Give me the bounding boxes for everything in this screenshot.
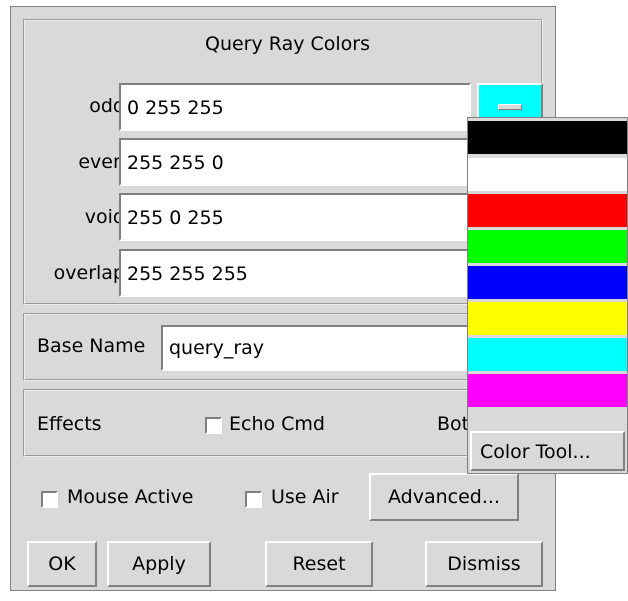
echo-cmd-label[interactable]: Echo Cmd: [229, 413, 325, 435]
ok-button-label: OK: [48, 553, 76, 575]
apply-button-label: Apply: [132, 553, 186, 575]
advanced-button-label: Advanced...: [388, 486, 500, 508]
color-swatch-white[interactable]: [468, 158, 627, 191]
menu-indicator-icon: [498, 104, 522, 110]
even-color-field[interactable]: 255 255 0: [119, 138, 471, 186]
base-name-label: Base Name: [37, 335, 146, 357]
color-popup-menu: Color Tool...: [467, 117, 628, 474]
effects-group: Effects Echo Cmd Bot: [23, 389, 543, 457]
color-swatch-black[interactable]: [468, 121, 627, 154]
color-tool-menu-item[interactable]: Color Tool...: [470, 431, 625, 471]
mouse-active-checkbox[interactable]: [41, 491, 58, 508]
reset-button-label: Reset: [292, 553, 346, 575]
color-swatch-cyan[interactable]: [468, 338, 627, 371]
effects-label: Effects: [37, 413, 102, 435]
echo-cmd-checkbox[interactable]: [205, 417, 222, 434]
apply-button[interactable]: Apply: [107, 541, 211, 587]
color-swatch-blue[interactable]: [468, 266, 627, 299]
use-air-checkbox[interactable]: [245, 491, 262, 508]
overlap-color-field[interactable]: 255 255 255: [119, 249, 471, 297]
color-tool-label: Color Tool...: [480, 441, 591, 463]
ok-button[interactable]: OK: [27, 541, 97, 587]
color-swatch-yellow[interactable]: [468, 302, 627, 335]
group-title: Query Ray Colors: [205, 33, 370, 55]
color-swatch-magenta[interactable]: [468, 374, 627, 407]
advanced-button[interactable]: Advanced...: [369, 473, 519, 521]
odd-color-field[interactable]: 0 255 255: [119, 83, 471, 131]
mouse-active-label[interactable]: Mouse Active: [67, 486, 193, 508]
void-color-field[interactable]: 255 0 255: [119, 193, 471, 241]
dismiss-button-label: Dismiss: [447, 553, 521, 575]
query-ray-colors-group: Query Ray Colors odd 0 255 255 even 255 …: [23, 19, 543, 305]
dismiss-button[interactable]: Dismiss: [425, 541, 543, 587]
even-label: even: [78, 151, 125, 173]
overlap-label: overlap: [53, 262, 125, 284]
base-name-group: Base Name query_ray: [23, 313, 543, 381]
color-swatch-red[interactable]: [468, 194, 627, 227]
reset-button[interactable]: Reset: [265, 541, 373, 587]
use-air-label[interactable]: Use Air: [271, 486, 339, 508]
color-swatch-green[interactable]: [468, 230, 627, 263]
truncated-option-label: Bot: [437, 413, 470, 435]
